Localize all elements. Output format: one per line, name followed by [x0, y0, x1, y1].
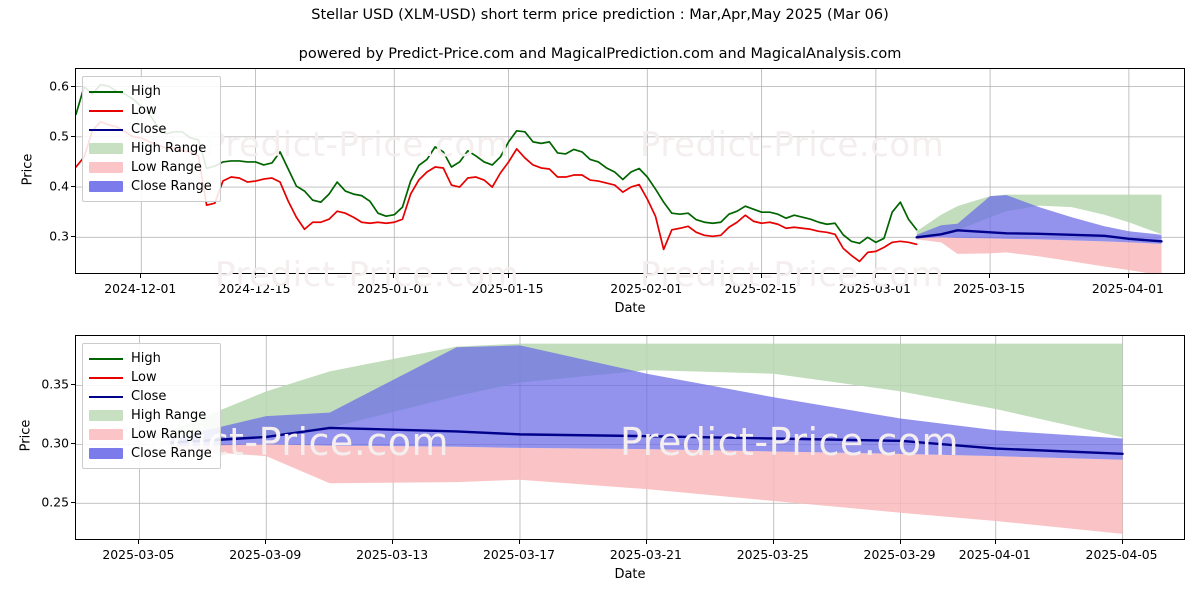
x-tick-mark	[392, 540, 394, 544]
legend-row: Close	[89, 120, 212, 139]
legend-row: Low Range	[89, 158, 212, 177]
legend-row: Close	[89, 387, 212, 406]
x-tick-mark	[393, 274, 395, 278]
x-tick-mark	[989, 274, 991, 278]
legend-swatch-close-range-icon	[89, 181, 123, 192]
top-chart-panel	[75, 68, 1185, 274]
legend-row: High	[89, 349, 212, 368]
prediction-figure: Stellar USD (XLM-USD) short term price p…	[0, 0, 1200, 600]
top-legend: High Low Close High Range Low Range Close Ran…	[82, 76, 221, 202]
legend-swatch-high-icon	[89, 352, 123, 365]
y-tick-mark	[71, 135, 75, 137]
legend-swatch-low-range-icon	[89, 162, 123, 173]
x-tick-label: 2025-04-01	[958, 547, 1031, 562]
legend-row: Low	[89, 101, 212, 120]
legend-swatch-close-icon	[89, 390, 123, 403]
x-tick-label: 2025-03-01	[838, 281, 911, 296]
legend-swatch-low-icon	[89, 371, 123, 384]
x-tick-label: 2025-01-01	[357, 281, 430, 296]
x-tick-label: 2025-03-05	[102, 547, 175, 562]
legend-label: High Range	[131, 408, 207, 423]
y-tick-mark	[71, 502, 75, 504]
x-tick-label: 2024-12-01	[104, 281, 177, 296]
legend-row: High	[89, 82, 212, 101]
y-tick-label: 0.3	[49, 228, 69, 244]
x-tick-label: 2025-02-01	[610, 281, 683, 296]
x-tick-mark	[899, 540, 901, 544]
y-tick-label: 0.25	[41, 494, 69, 510]
legend-label: High	[131, 351, 161, 366]
x-tick-mark	[994, 540, 996, 544]
x-tick-label: 2025-01-15	[471, 281, 544, 296]
bottom-chart-panel	[75, 335, 1185, 540]
x-tick-label: 2025-03-29	[863, 547, 936, 562]
legend-label: Low	[131, 370, 157, 385]
legend-row: Low	[89, 368, 212, 387]
top-y-axis-label: Price	[20, 153, 36, 186]
x-tick-mark	[138, 540, 140, 544]
y-tick-mark	[71, 384, 75, 386]
legend-label: Low Range	[131, 427, 202, 442]
legend-swatch-low-range-icon	[89, 429, 123, 440]
legend-row: High Range	[89, 139, 212, 158]
x-tick-mark	[772, 540, 774, 544]
legend-row: Low Range	[89, 425, 212, 444]
bottom-plot-area	[75, 335, 1185, 540]
legend-row: High Range	[89, 406, 212, 425]
page-subtitle: powered by Predict-Price.com and Magical…	[298, 46, 902, 62]
y-tick-label: 0.6	[49, 78, 69, 94]
page-title: Stellar USD (XLM-USD) short term price p…	[311, 7, 889, 23]
bottom-x-axis-label: Date	[614, 567, 646, 582]
y-tick-mark	[71, 186, 75, 188]
legend-swatch-high-icon	[89, 85, 123, 98]
legend-label: Close Range	[131, 179, 212, 194]
legend-label: Close Range	[131, 446, 212, 461]
x-tick-mark	[760, 274, 762, 278]
x-tick-mark	[646, 274, 648, 278]
legend-swatch-close-range-icon	[89, 448, 123, 459]
bottom-plot-canvas	[76, 336, 1184, 539]
legend-label: Low	[131, 103, 157, 118]
x-tick-mark	[254, 274, 256, 278]
legend-label: High Range	[131, 141, 207, 156]
x-tick-label: 2025-03-09	[229, 547, 302, 562]
x-tick-label: 2025-04-05	[1085, 547, 1158, 562]
top-x-axis-label: Date	[614, 301, 646, 316]
legend-label: Close	[131, 389, 167, 404]
y-tick-mark	[71, 236, 75, 238]
x-tick-mark	[1127, 274, 1129, 278]
legend-swatch-close-icon	[89, 123, 123, 136]
legend-row: Close Range	[89, 444, 212, 463]
x-tick-label: 2025-04-01	[1091, 281, 1164, 296]
legend-label: High	[131, 84, 161, 99]
y-tick-mark	[71, 85, 75, 87]
x-tick-label: 2025-03-21	[609, 547, 682, 562]
bottom-legend: High Low Close High Range Low Range Close Ran…	[82, 343, 221, 469]
legend-row: Close Range	[89, 177, 212, 196]
x-tick-label: 2025-03-15	[953, 281, 1026, 296]
x-tick-mark	[265, 540, 267, 544]
legend-swatch-high-range-icon	[89, 143, 123, 154]
x-tick-label: 2025-03-25	[736, 547, 809, 562]
x-tick-mark	[874, 274, 876, 278]
y-tick-mark	[71, 443, 75, 445]
x-tick-mark	[645, 540, 647, 544]
x-tick-label: 2025-02-15	[724, 281, 797, 296]
bottom-y-axis-label: Price	[18, 419, 34, 452]
top-plot-canvas	[76, 69, 1184, 273]
x-tick-label: 2025-03-13	[356, 547, 429, 562]
x-tick-label: 2025-03-17	[482, 547, 556, 562]
x-tick-mark	[519, 540, 520, 544]
legend-label: Close	[131, 122, 167, 137]
legend-swatch-low-icon	[89, 104, 123, 117]
x-tick-label: 2024-12-15	[218, 281, 291, 296]
x-tick-mark	[1121, 540, 1123, 544]
legend-swatch-high-range-icon	[89, 410, 123, 421]
x-tick-mark	[140, 274, 142, 278]
x-tick-mark	[507, 274, 509, 278]
top-plot-area	[75, 68, 1185, 274]
y-tick-label: 0.35	[41, 376, 69, 392]
legend-label: Low Range	[131, 160, 202, 175]
